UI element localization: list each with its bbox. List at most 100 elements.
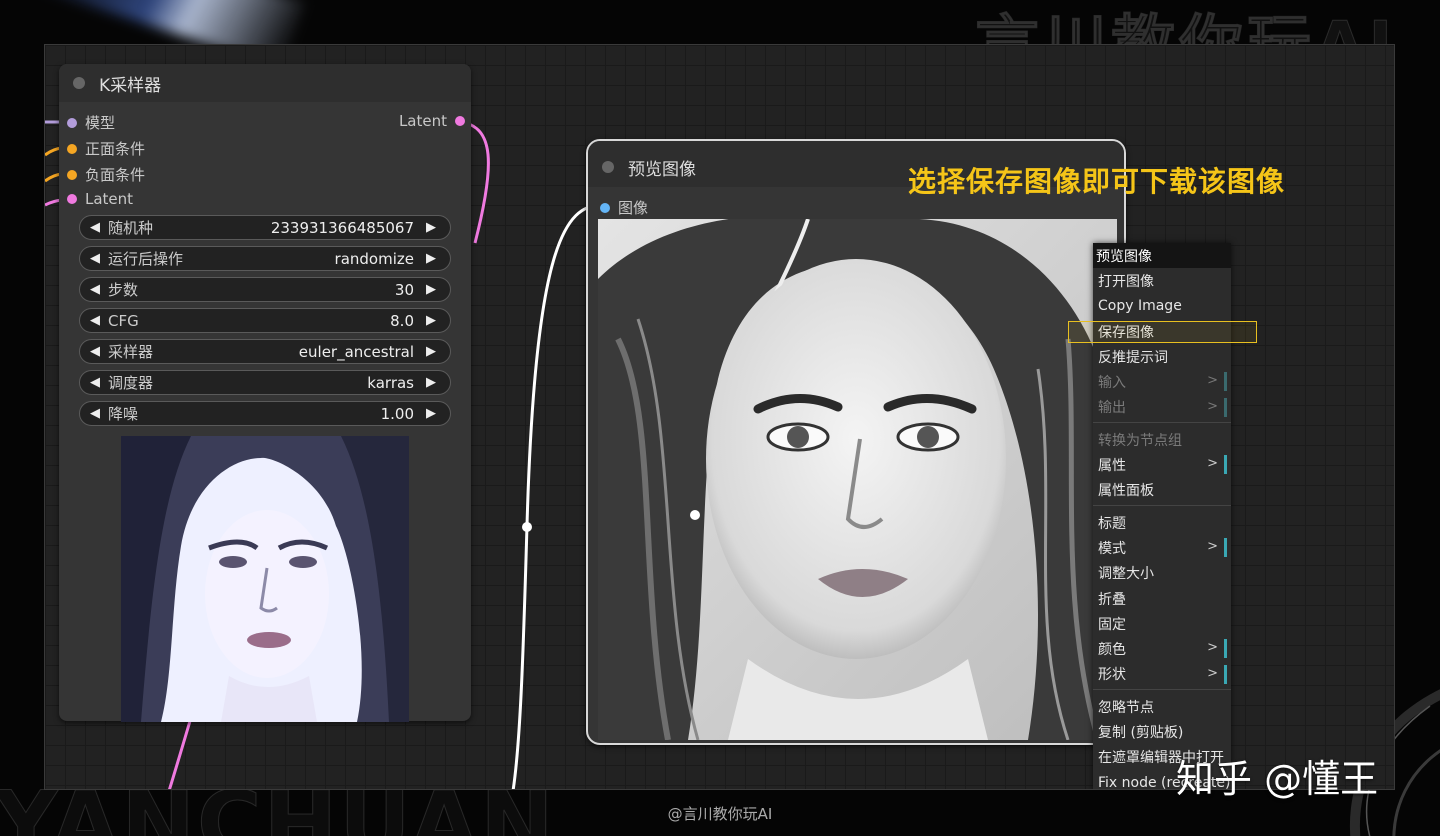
decrement-arrow-icon[interactable]: ◀	[90, 282, 104, 297]
port-label: 模型	[85, 114, 116, 132]
menu-item-label: 颜色	[1098, 642, 1126, 659]
input-port-latent[interactable]: Latent	[67, 190, 133, 208]
link-bottom-pink	[168, 720, 192, 789]
submenu-arrow-icon: >	[1207, 639, 1227, 659]
menu-item-17[interactable]: 颜色 >	[1093, 636, 1231, 661]
widget-control-after-generate[interactable]: ◀ 运行后操作 randomize ▶	[79, 246, 451, 271]
output-port-latent[interactable]: Latent	[399, 112, 465, 130]
menu-item-label: 形状	[1098, 667, 1126, 684]
latent-preview-image	[121, 436, 409, 722]
widget-value[interactable]: randomize	[335, 250, 414, 268]
input-port-negative[interactable]: 负面条件	[67, 164, 145, 185]
menu-item-2[interactable]: Copy Image	[1093, 294, 1231, 319]
menu-item-13[interactable]: 模式 >	[1093, 535, 1231, 560]
menu-item-8: 转换为节点组	[1093, 427, 1231, 452]
widget-denoise[interactable]: ◀ 降噪 1.00 ▶	[79, 401, 451, 426]
widget-label: 步数	[108, 281, 139, 299]
port-label: Latent	[398, 112, 447, 130]
decrement-arrow-icon[interactable]: ◀	[90, 406, 104, 421]
decrement-arrow-icon[interactable]: ◀	[90, 251, 104, 266]
widget-value[interactable]: karras	[367, 374, 414, 392]
generated-portrait-image[interactable]	[598, 219, 1117, 740]
widget-sampler[interactable]: ◀ 采样器 euler_ancestral ▶	[79, 339, 451, 364]
decrement-arrow-icon[interactable]: ◀	[90, 375, 104, 390]
context-menu: 预览图像 打开图像 Copy Image 保存图像 反推提示词 输入 > 输出 > 转换为节点组属…	[1093, 243, 1231, 789]
widget-steps[interactable]: ◀ 步数 30 ▶	[79, 277, 451, 302]
port-label: 负面条件	[85, 166, 146, 184]
submenu-arrow-icon: >	[1207, 664, 1227, 684]
menu-item-20[interactable]: 忽略节点	[1093, 694, 1231, 719]
widget-label: 调度器	[108, 374, 154, 392]
decrement-arrow-icon[interactable]: ◀	[90, 220, 104, 235]
widget-seed[interactable]: ◀ 随机种 233931366485067 ▶	[79, 215, 451, 240]
menu-item-label: Copy Image	[1098, 298, 1182, 315]
increment-arrow-icon[interactable]: ▶	[426, 282, 440, 297]
menu-item-label: 转换为节点组	[1098, 432, 1182, 449]
decrement-arrow-icon[interactable]: ◀	[90, 313, 104, 328]
menu-item-label: 输入	[1098, 375, 1126, 392]
menu-item-1[interactable]: 打开图像	[1093, 268, 1231, 293]
ksampler-node[interactable]: K采样器 模型 正面条件 负面条件 Latent Latent ◀ 随机种 23…	[59, 64, 471, 722]
widget-cfg[interactable]: ◀ CFG 8.0 ▶	[79, 308, 451, 333]
increment-arrow-icon[interactable]: ▶	[426, 406, 440, 421]
collapse-dot-icon[interactable]	[73, 77, 85, 89]
widget-label: 采样器	[108, 343, 154, 361]
port-label: 正面条件	[85, 140, 146, 158]
widget-value[interactable]: 8.0	[390, 312, 414, 330]
menu-item-10[interactable]: 属性面板	[1093, 478, 1231, 503]
menu-item-label: 预览图像	[1096, 248, 1152, 265]
widget-scheduler[interactable]: ◀ 调度器 karras ▶	[79, 370, 451, 395]
menu-header: 预览图像	[1093, 243, 1231, 269]
widget-value[interactable]: euler_ancestral	[299, 343, 414, 361]
submenu-arrow-icon: >	[1207, 538, 1227, 558]
increment-arrow-icon[interactable]: ▶	[426, 375, 440, 390]
decrement-arrow-icon[interactable]: ◀	[90, 344, 104, 359]
menu-item-label: 打开图像	[1098, 273, 1154, 290]
ksampler-title-bar[interactable]: K采样器	[59, 64, 471, 102]
menu-item-14[interactable]: 调整大小	[1093, 561, 1231, 586]
port-dot-icon[interactable]	[600, 202, 610, 213]
menu-item-label: 调整大小	[1098, 566, 1154, 583]
input-port-image[interactable]: 图像	[600, 197, 648, 218]
instruction-annotation: 选择保存图像即可下载该图像	[908, 165, 1286, 198]
port-dot-icon[interactable]	[67, 117, 77, 128]
menu-item-label: 标题	[1098, 515, 1126, 532]
menu-item-label: 反推提示词	[1098, 349, 1168, 366]
menu-item-6: 输出 >	[1093, 395, 1231, 420]
menu-item-label: 复制 (剪贴板)	[1098, 724, 1184, 741]
port-label: 图像	[618, 199, 649, 217]
port-dot-icon[interactable]	[67, 169, 77, 180]
collapse-dot-icon[interactable]	[602, 161, 614, 173]
input-port-positive[interactable]: 正面条件	[67, 138, 145, 159]
increment-arrow-icon[interactable]: ▶	[426, 313, 440, 328]
widget-value[interactable]: 1.00	[381, 405, 414, 423]
increment-arrow-icon[interactable]: ▶	[426, 344, 440, 359]
ksampler-title: K采样器	[99, 75, 162, 96]
widget-value[interactable]: 30	[395, 281, 414, 299]
input-port-model[interactable]: 模型	[67, 112, 115, 133]
port-dot-icon[interactable]	[455, 116, 465, 126]
widget-label: 运行后操作	[108, 250, 184, 268]
increment-arrow-icon[interactable]: ▶	[426, 251, 440, 266]
widget-label: CFG	[108, 311, 139, 330]
port-dot-icon[interactable]	[67, 143, 77, 154]
menu-item-18[interactable]: 形状 >	[1093, 662, 1231, 687]
node-graph-canvas[interactable]: K采样器 模型 正面条件 负面条件 Latent Latent ◀ 随机种 23…	[44, 44, 1395, 790]
menu-item-15[interactable]: 折叠	[1093, 586, 1231, 611]
menu-item-label: 属性面板	[1098, 483, 1154, 500]
menu-item-label: 忽略节点	[1098, 699, 1154, 716]
menu-item-21[interactable]: 复制 (剪贴板)	[1093, 719, 1231, 744]
menu-item-9[interactable]: 属性 >	[1093, 452, 1231, 477]
menu-item-label: 固定	[1098, 616, 1126, 633]
port-dot-icon[interactable]	[67, 194, 77, 204]
menu-item-4[interactable]: 反推提示词	[1093, 344, 1231, 369]
widget-value[interactable]: 233931366485067	[271, 219, 414, 237]
menu-item-12[interactable]: 标题	[1093, 510, 1231, 535]
menu-item-label: 属性	[1098, 458, 1126, 475]
menu-item-save-image[interactable]: 保存图像	[1093, 319, 1231, 344]
menu-item-16[interactable]: 固定	[1093, 611, 1231, 636]
menu-item-5: 输入 >	[1093, 369, 1231, 394]
preview-image-node[interactable]: 预览图像 图像	[586, 139, 1126, 745]
increment-arrow-icon[interactable]: ▶	[426, 220, 440, 235]
port-label: Latent	[85, 190, 134, 208]
